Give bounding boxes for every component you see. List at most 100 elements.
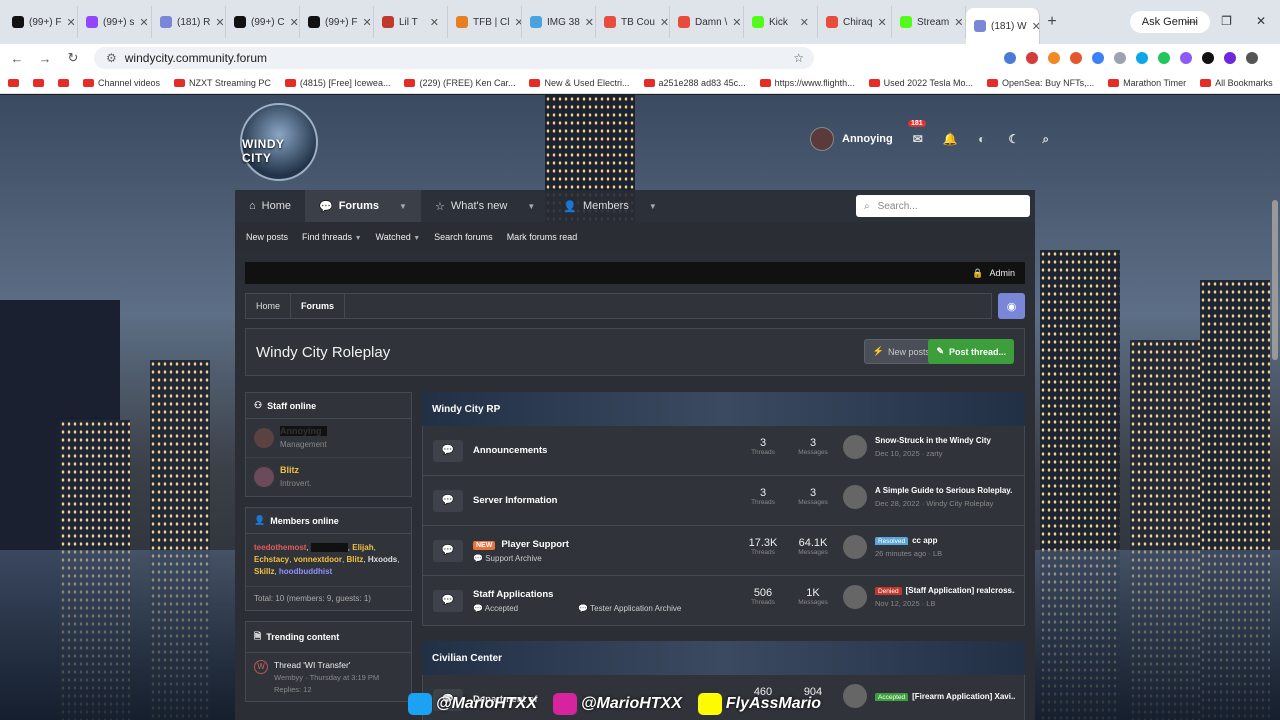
browser-tab[interactable]: (99+) s ✕	[78, 6, 152, 38]
site-logo[interactable]: WINDY CITY	[240, 103, 318, 181]
close-icon[interactable]: ✕	[67, 16, 76, 29]
browser-tab[interactable]: (99+) C ✕	[226, 6, 300, 38]
staff-name[interactable]: Annoying	[280, 426, 327, 436]
chevron-down-icon[interactable]: ▼	[649, 202, 657, 211]
close-window-icon[interactable]: ✕	[1256, 14, 1266, 28]
bookmark-item[interactable]: NZXT Streaming PC	[174, 78, 271, 88]
latest-post[interactable]: Denied [Staff Application] realcross... No…	[843, 585, 1015, 609]
close-icon[interactable]: ✕	[585, 16, 594, 29]
latest-post[interactable]: Accepted [Firearm Application] Xavi...	[843, 684, 1015, 708]
extension-icon[interactable]	[1048, 52, 1060, 64]
browser-tab[interactable]: (181) W ✕	[966, 8, 1040, 44]
nav-forums[interactable]: 💬 Forums ▼	[305, 190, 421, 222]
trending-item[interactable]: W Thread 'WI Transfer' Wembyy · Thursday…	[246, 653, 411, 701]
close-icon[interactable]: ✕	[430, 16, 439, 29]
latest-post[interactable]: Resolved cc app 26 minutes ago · LB	[843, 535, 942, 559]
browser-tab[interactable]: Damn \ ✕	[670, 6, 744, 38]
subnav-search-forums[interactable]: Search forums	[434, 232, 493, 242]
member-link[interactable]: teedothemost	[254, 543, 306, 552]
forum-row[interactable]: 💬 Staff Applications 💬 Accepted 💬 Tester Ap…	[422, 576, 1025, 626]
bookmark-icon[interactable]	[8, 78, 19, 87]
forward-icon[interactable]: →	[38, 51, 52, 66]
bookmark-star-icon[interactable]: ☆	[793, 51, 804, 65]
reload-icon[interactable]: ↻	[66, 50, 80, 66]
forum-row[interactable]: 💬 NEW Player Support 💬 Support Archive 17.3K…	[422, 526, 1025, 576]
breadcrumb-home[interactable]: Home	[246, 294, 292, 318]
browser-tab[interactable]: Lil T ✕	[374, 6, 448, 38]
nav-home[interactable]: ⌂ Home	[235, 190, 305, 222]
extension-icon[interactable]	[1180, 52, 1192, 64]
close-icon[interactable]: ✕	[877, 16, 886, 29]
subforum-link[interactable]: Accepted	[485, 604, 518, 613]
avatar[interactable]	[843, 485, 867, 509]
profile-avatar-icon[interactable]	[1246, 52, 1258, 64]
theme-toggle-icon[interactable]: ◐	[975, 132, 989, 146]
subforum-link[interactable]: Tester Application Archive	[590, 604, 681, 613]
close-icon[interactable]: ✕	[732, 16, 741, 29]
url-input[interactable]: ⚙ windycity.community.forum ☆	[94, 47, 814, 69]
bookmark-item[interactable]: Channel videos	[83, 78, 160, 88]
bookmark-item[interactable]: Used 2022 Tesla Mo...	[868, 78, 973, 88]
subnav-watched[interactable]: Watched ▼	[376, 232, 421, 242]
extension-icon[interactable]	[1158, 52, 1170, 64]
bookmark-item[interactable]: https://www.flighth...	[759, 78, 855, 88]
user-name[interactable]: Annoying	[842, 133, 893, 145]
category-header[interactable]: Civilian Center	[422, 641, 1025, 675]
extension-icon[interactable]	[1202, 52, 1214, 64]
latest-title[interactable]: [Firearm Application] Xavi...	[912, 692, 1015, 701]
site-info-icon[interactable]: ⚙	[106, 51, 117, 65]
staff-member[interactable]: Annoying Management	[246, 419, 411, 458]
bookmark-item[interactable]: New & Used Electri...	[529, 78, 630, 88]
bookmark-item[interactable]: a251e288 ad83 45c...	[643, 78, 746, 88]
close-icon[interactable]: ✕	[514, 16, 521, 29]
inbox-icon[interactable]: ✉	[911, 132, 925, 146]
browser-tab[interactable]: TB Cou ✕	[596, 6, 670, 38]
latest-title[interactable]: A Simple Guide to Serious Roleplay.	[875, 486, 1012, 495]
admin-link[interactable]: Admin	[989, 268, 1015, 278]
discord-button[interactable]: ◉	[998, 293, 1025, 319]
browser-tab[interactable]: (181) R ✕	[152, 6, 226, 38]
member-link[interactable]: Echstacy	[254, 555, 289, 564]
forum-row[interactable]: 💬 Server Information 3 Threads 3 Messages A Si…	[422, 476, 1025, 526]
forum-title[interactable]: Staff Applications	[473, 589, 553, 600]
latest-title[interactable]: [Staff Application] realcross...	[906, 586, 1015, 595]
extension-icon[interactable]	[1136, 52, 1148, 64]
staff-name[interactable]: Blitz	[280, 465, 312, 475]
nav-whats-new[interactable]: ☆ What's new ▼	[421, 190, 549, 222]
moon-icon[interactable]: ☾	[1007, 132, 1021, 146]
member-link[interactable]: Skillz	[254, 567, 274, 576]
avatar[interactable]	[843, 535, 867, 559]
extension-icon[interactable]	[1114, 52, 1126, 64]
browser-tab[interactable]: IMG 38 ✕	[522, 6, 596, 38]
subnav-find-threads[interactable]: Find threads ▼	[302, 232, 361, 242]
bookmark-icon[interactable]	[33, 78, 44, 87]
latest-post[interactable]: Snow-Struck in the Windy City Dec 10, 202…	[843, 435, 991, 459]
forum-title[interactable]: Player Support	[501, 539, 569, 550]
member-link[interactable]: hoodbuddhist	[279, 567, 332, 576]
close-icon[interactable]: ✕	[954, 16, 963, 29]
user-avatar[interactable]	[810, 127, 834, 151]
forum-title[interactable]: Server Information	[473, 495, 557, 506]
close-icon[interactable]: ✕	[800, 16, 809, 29]
bookmark-item[interactable]: (4815) [Free] Icewea...	[284, 78, 390, 88]
avatar[interactable]	[254, 428, 274, 448]
close-icon[interactable]: ✕	[1032, 20, 1039, 33]
member-link[interactable]: Hxoods	[368, 555, 397, 564]
subforum-link[interactable]: Support Archive	[485, 554, 541, 563]
member-link[interactable]: Blitz	[347, 555, 364, 564]
extension-icon[interactable]	[1092, 52, 1104, 64]
latest-title[interactable]: Snow-Struck in the Windy City	[875, 436, 991, 445]
extension-icon[interactable]	[1026, 52, 1038, 64]
extension-icon[interactable]	[1004, 52, 1016, 64]
avatar[interactable]	[254, 467, 274, 487]
extension-icon[interactable]	[1070, 52, 1082, 64]
extension-icon[interactable]	[1224, 52, 1236, 64]
bookmark-icon[interactable]	[58, 78, 69, 87]
close-icon[interactable]: ✕	[139, 16, 148, 29]
minimize-icon[interactable]: —	[1185, 14, 1197, 28]
category-header[interactable]: Windy City RP	[422, 392, 1025, 426]
browser-tab[interactable]: Chiraq ✕	[818, 6, 892, 38]
new-tab-icon[interactable]: +	[1040, 13, 1064, 31]
subnav-mark-read[interactable]: Mark forums read	[507, 232, 578, 242]
subnav-new-posts[interactable]: New posts	[246, 232, 288, 242]
